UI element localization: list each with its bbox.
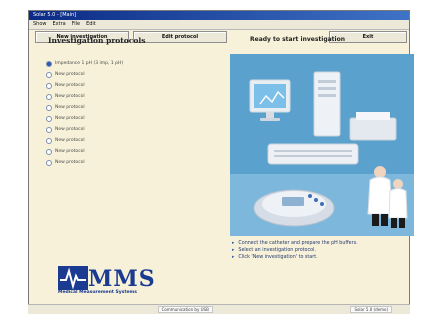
instruction-text: Select an investigation protocol.	[238, 248, 316, 253]
radio-icon[interactable]	[46, 82, 52, 89]
protocol-item[interactable]: New protocol	[46, 80, 123, 91]
radio-icon[interactable]	[46, 148, 52, 155]
edit-protocol-button[interactable]: Edit protocol	[133, 31, 227, 43]
protocol-item[interactable]: New protocol	[46, 91, 123, 102]
radio-icon[interactable]	[46, 159, 52, 166]
protocols-title: Investigation protocols	[48, 36, 146, 45]
radio-icon[interactable]	[46, 104, 52, 111]
menu-item-edit[interactable]: Edit	[86, 20, 96, 29]
instruction-item: ▸ Select an investigation protocol.	[232, 247, 358, 254]
radio-icon[interactable]	[46, 137, 52, 144]
protocol-label: Impedance 1 pH (3 imp, 1 pH)	[55, 61, 124, 66]
protocol-label: New protocol	[55, 105, 85, 110]
radio-icon[interactable]	[46, 126, 52, 133]
status-version: Solar 5.0 (demo)	[350, 306, 392, 313]
bullet-icon: ▸	[232, 255, 235, 260]
protocol-label: New protocol	[55, 127, 85, 132]
bullet-icon: ▸	[232, 241, 235, 246]
instruction-text: Click 'New investigation' to start.	[238, 255, 318, 260]
radio-icon[interactable]	[46, 115, 52, 122]
window-title: Solar 5.0 - [Main]	[29, 11, 409, 20]
protocol-item[interactable]: New protocol	[46, 69, 123, 80]
protocol-label: New protocol	[55, 72, 85, 77]
instruction-item: ▸ Connect the catheter and prepare the p…	[232, 240, 358, 247]
protocol-item[interactable]: New protocol	[46, 124, 123, 135]
protocol-label: New protocol	[55, 149, 85, 154]
protocol-label: New protocol	[55, 160, 85, 165]
instructions-list: ▸ Connect the catheter and prepare the p…	[232, 240, 358, 261]
protocol-label: New protocol	[55, 94, 85, 99]
menu-item-show[interactable]: Show	[33, 20, 47, 29]
radio-selected-icon[interactable]	[46, 60, 52, 67]
protocol-item[interactable]: New protocol	[46, 157, 123, 168]
status-communication: Communication by USB	[157, 306, 213, 313]
protocol-item[interactable]: New protocol	[46, 146, 123, 157]
logo-subtitle: Medical Measurement Systems	[58, 290, 137, 295]
bullet-icon: ▸	[232, 248, 235, 253]
protocol-list: Impedance 1 pH (3 imp, 1 pH) New protoco…	[46, 58, 123, 168]
protocol-label: New protocol	[55, 83, 85, 88]
menu-item-extra[interactable]: Extra	[53, 20, 66, 29]
mms-logo: MMS Medical Measurement Systems	[58, 266, 168, 304]
menu-bar: Show Extra File Edit	[29, 20, 409, 30]
logo-wordmark: MMS	[88, 266, 156, 292]
radio-icon[interactable]	[46, 93, 52, 100]
protocol-label: New protocol	[55, 138, 85, 143]
radio-icon[interactable]	[46, 71, 52, 78]
menu-item-file[interactable]: File	[72, 20, 80, 29]
protocol-item[interactable]: New protocol	[46, 135, 123, 146]
investigation-illustration	[230, 54, 414, 236]
mms-logo-icon	[58, 266, 88, 290]
protocol-label: New protocol	[55, 116, 85, 121]
protocol-item[interactable]: New protocol	[46, 113, 123, 124]
instruction-item: ▸ Click 'New investigation' to start.	[232, 254, 358, 261]
instruction-text: Connect the catheter and prepare the pH …	[238, 241, 358, 246]
status-bar: Communication by USB Solar 5.0 (demo)	[28, 304, 410, 314]
protocol-item[interactable]: New protocol	[46, 102, 123, 113]
protocol-item[interactable]: Impedance 1 pH (3 imp, 1 pH)	[46, 58, 123, 69]
lab-scene-image	[230, 54, 414, 236]
ready-status-title: Ready to start investigation	[250, 36, 345, 43]
